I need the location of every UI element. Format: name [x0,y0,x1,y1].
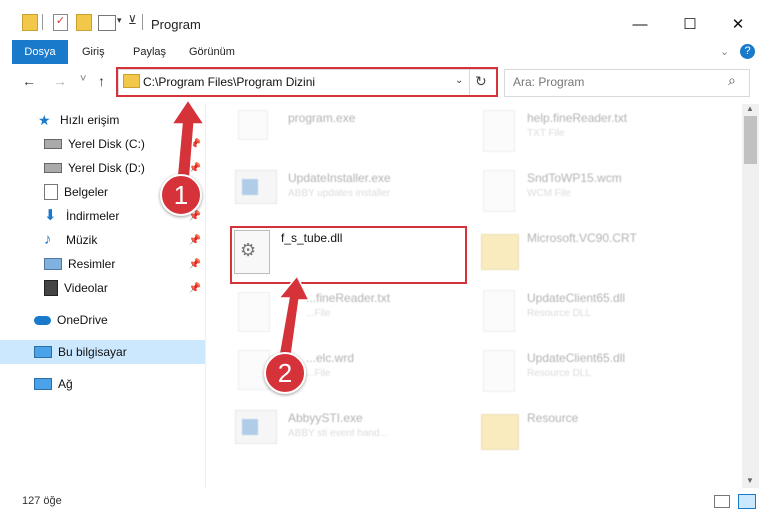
step-2-badge: 2 [264,352,306,394]
annotation-arrows [170,98,311,373]
step-1-badge: 1 [160,174,202,216]
large-icons-view-icon[interactable] [738,494,756,509]
details-view-icon[interactable] [714,495,730,508]
status-item-count: 127 öğe [22,495,62,507]
